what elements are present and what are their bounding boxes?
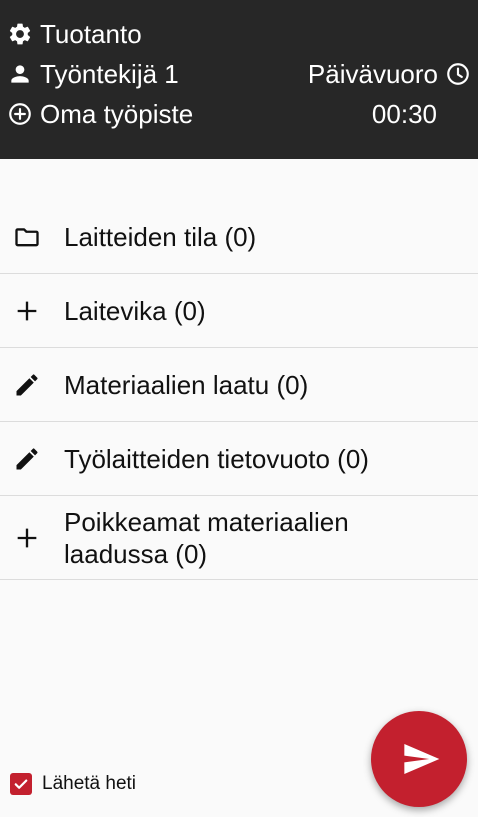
person-icon (7, 61, 33, 87)
list-item-laitteiden-tila[interactable]: Laitteiden tila (0) (0, 200, 478, 274)
list-item-laitevika[interactable]: Laitevika (0) (0, 274, 478, 348)
list-item-label: Laitteiden tila (0) (64, 221, 257, 252)
shift-time: 00:30 (371, 98, 437, 129)
send-now-toggle[interactable]: Lähetä heti (10, 770, 136, 798)
send-button[interactable] (371, 711, 467, 807)
pencil-icon (13, 445, 41, 473)
pencil-icon (13, 371, 41, 399)
send-now-label: Lähetä heti (42, 773, 137, 794)
app-header: Tuotanto Työntekijä 1 Päivävuoro Oma työ… (0, 0, 478, 159)
list-item-label: Laitevika (0) (64, 295, 206, 326)
header-workstation-row[interactable]: Oma työpiste 00:30 (0, 96, 478, 132)
send-now-checkbox[interactable] (10, 773, 32, 795)
report-category-list: Laitteiden tila (0) Laitevika (0) Materi… (0, 200, 478, 580)
list-item-label: Työlaitteiden tietovuoto (0) (64, 443, 369, 474)
plus-icon (13, 297, 41, 325)
header-worker-row[interactable]: Työntekijä 1 Päivävuoro (0, 56, 478, 92)
list-item-tyolaitteiden-tietovuoto[interactable]: Työlaitteiden tietovuoto (0) (0, 422, 478, 496)
list-item-label: Poikkeamat materiaalien laadussa (0) (64, 506, 349, 569)
list-item-materiaalien-laatu[interactable]: Materiaalien laatu (0) (0, 348, 478, 422)
list-item-poikkeamat-materiaalien-laadussa[interactable]: Poikkeamat materiaalien laadussa (0) (0, 496, 478, 580)
shift-name: Päivävuoro (307, 58, 438, 89)
workstation-name: Oma työpiste (40, 98, 194, 129)
worker-name: Työntekijä 1 (40, 58, 179, 89)
header-department-row[interactable]: Tuotanto (0, 16, 478, 52)
gear-icon (7, 21, 33, 47)
list-item-label: Materiaalien laatu (0) (64, 369, 309, 400)
clock-icon (445, 61, 471, 87)
department-name: Tuotanto (40, 18, 142, 49)
folder-icon (13, 223, 41, 251)
checkmark-icon (14, 779, 28, 789)
send-icon (404, 744, 440, 774)
add-circle-icon (7, 101, 33, 127)
plus-icon (13, 524, 41, 552)
